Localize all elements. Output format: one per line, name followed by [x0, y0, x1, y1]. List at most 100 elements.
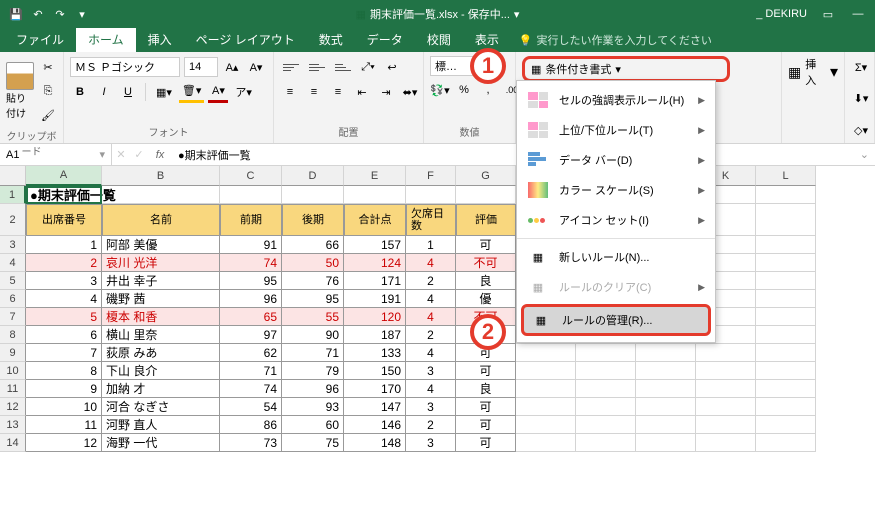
cell[interactable]: 12: [26, 434, 102, 452]
align-bottom-icon[interactable]: [332, 56, 354, 78]
orientation-icon[interactable]: ⤢▾: [358, 56, 378, 78]
cell[interactable]: [516, 398, 576, 416]
column-header[interactable]: A: [26, 166, 102, 186]
cell[interactable]: 71: [282, 344, 344, 362]
increase-indent-icon[interactable]: ⇥: [376, 81, 396, 103]
cell[interactable]: 60: [282, 416, 344, 434]
decrease-font-icon[interactable]: A▾: [246, 56, 266, 78]
cf-clear-rules[interactable]: ▦ ルールのクリア(C) ▶: [517, 272, 715, 302]
cell[interactable]: 95: [282, 290, 344, 308]
row-header[interactable]: 9: [0, 344, 26, 362]
cell[interactable]: 河野 直人: [102, 416, 220, 434]
cf-highlight-rules[interactable]: セルの強調表示ルール(H) ▶: [517, 85, 715, 115]
redo-icon[interactable]: ↷: [52, 6, 68, 22]
cell[interactable]: [220, 186, 282, 204]
percent-icon[interactable]: %: [454, 79, 474, 101]
underline-button[interactable]: U: [118, 81, 138, 103]
cell[interactable]: [756, 272, 816, 290]
cell[interactable]: [696, 434, 756, 452]
cell[interactable]: [756, 398, 816, 416]
column-header[interactable]: F: [406, 166, 456, 186]
cell[interactable]: 62: [220, 344, 282, 362]
align-top-icon[interactable]: [280, 56, 302, 78]
cell[interactable]: 6: [26, 326, 102, 344]
column-header[interactable]: D: [282, 166, 344, 186]
cf-data-bars[interactable]: データ バー(D) ▶: [517, 145, 715, 175]
cell[interactable]: [576, 416, 636, 434]
cell[interactable]: 171: [344, 272, 406, 290]
cell[interactable]: 65: [220, 308, 282, 326]
cell[interactable]: 可: [456, 416, 516, 434]
cell[interactable]: 良: [456, 272, 516, 290]
cell[interactable]: 147: [344, 398, 406, 416]
cell[interactable]: 3: [406, 398, 456, 416]
undo-icon[interactable]: ↶: [30, 6, 46, 22]
cell[interactable]: 76: [282, 272, 344, 290]
cell[interactable]: 後期: [282, 204, 344, 236]
cell[interactable]: 120: [344, 308, 406, 326]
row-header[interactable]: 2: [0, 204, 26, 236]
user-label[interactable]: _ DEKIRU: [756, 8, 807, 20]
cell[interactable]: [636, 398, 696, 416]
cell[interactable]: 74: [220, 254, 282, 272]
row-header[interactable]: 13: [0, 416, 26, 434]
cell[interactable]: 5: [26, 308, 102, 326]
cell[interactable]: 横山 里奈: [102, 326, 220, 344]
cell[interactable]: 96: [220, 290, 282, 308]
cell[interactable]: [756, 204, 816, 236]
row-header[interactable]: 7: [0, 308, 26, 326]
cell[interactable]: [576, 362, 636, 380]
cell[interactable]: [636, 380, 696, 398]
cell[interactable]: [576, 380, 636, 398]
cell[interactable]: [516, 344, 576, 362]
cell[interactable]: [756, 308, 816, 326]
cell[interactable]: 3: [406, 434, 456, 452]
cell[interactable]: [636, 362, 696, 380]
cell[interactable]: 2: [406, 272, 456, 290]
cell[interactable]: 86: [220, 416, 282, 434]
cell[interactable]: [756, 344, 816, 362]
cell[interactable]: 187: [344, 326, 406, 344]
cell[interactable]: 井出 幸子: [102, 272, 220, 290]
cell[interactable]: 7: [26, 344, 102, 362]
cell[interactable]: 下山 良介: [102, 362, 220, 380]
cell[interactable]: 1: [406, 236, 456, 254]
copy-icon[interactable]: ⎘: [38, 80, 58, 102]
cf-new-rule[interactable]: ▦ 新しいルール(N)...: [517, 242, 715, 272]
tab-home[interactable]: ホーム: [76, 27, 136, 52]
align-right-icon[interactable]: ≡: [328, 81, 348, 103]
tab-formulas[interactable]: 数式: [307, 27, 355, 52]
autosum-icon[interactable]: Σ▾: [851, 56, 871, 78]
cell[interactable]: 148: [344, 434, 406, 452]
row-header[interactable]: 11: [0, 380, 26, 398]
format-painter-icon[interactable]: 🖌: [38, 104, 58, 126]
cell[interactable]: 榎本 和香: [102, 308, 220, 326]
row-header[interactable]: 14: [0, 434, 26, 452]
cell[interactable]: 9: [26, 380, 102, 398]
wrap-text-icon[interactable]: ↩: [382, 56, 402, 78]
cell[interactable]: 4: [406, 344, 456, 362]
tab-review[interactable]: 校閲: [415, 27, 463, 52]
tab-pagelayout[interactable]: ページ レイアウト: [184, 27, 307, 52]
cell[interactable]: 50: [282, 254, 344, 272]
align-center-icon[interactable]: ≡: [304, 81, 324, 103]
cell[interactable]: 75: [282, 434, 344, 452]
cell[interactable]: [696, 380, 756, 398]
cell[interactable]: 97: [220, 326, 282, 344]
cf-color-scales[interactable]: カラー スケール(S) ▶: [517, 175, 715, 205]
clear-icon[interactable]: ◇▾: [851, 119, 871, 141]
cell[interactable]: 170: [344, 380, 406, 398]
tab-data[interactable]: データ: [355, 27, 415, 52]
row-header[interactable]: 5: [0, 272, 26, 290]
cell[interactable]: 157: [344, 236, 406, 254]
cell[interactable]: [516, 434, 576, 452]
cell[interactable]: [756, 416, 816, 434]
cell[interactable]: 124: [344, 254, 406, 272]
cell[interactable]: [344, 186, 406, 204]
cell[interactable]: 河合 なぎさ: [102, 398, 220, 416]
decrease-indent-icon[interactable]: ⇤: [352, 81, 372, 103]
cell[interactable]: 150: [344, 362, 406, 380]
cell[interactable]: 90: [282, 326, 344, 344]
cf-icon-sets[interactable]: アイコン セット(I) ▶: [517, 205, 715, 235]
cell[interactable]: [756, 290, 816, 308]
